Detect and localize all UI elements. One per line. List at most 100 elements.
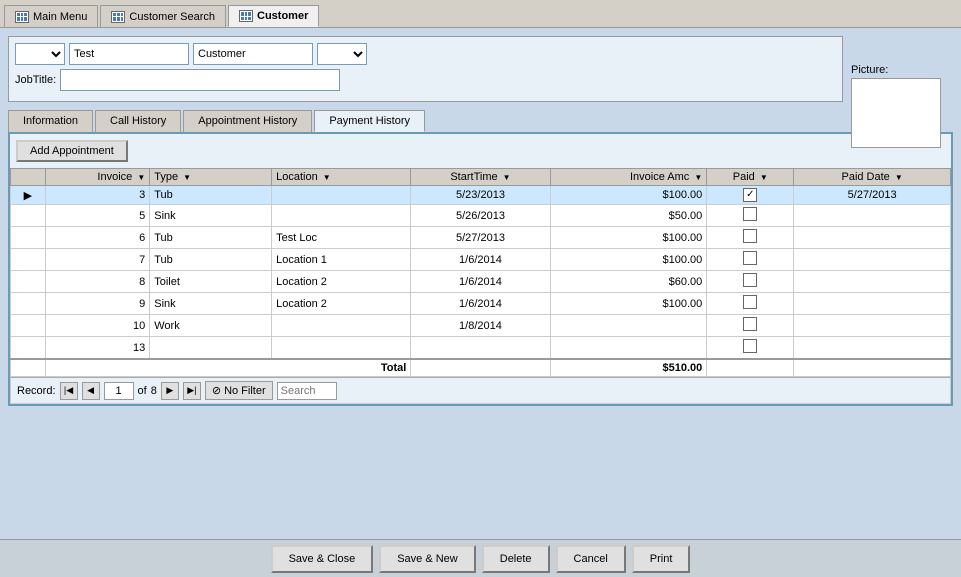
tab-customer[interactable]: Customer	[228, 5, 319, 27]
paid-checkbox[interactable]: ✓	[743, 188, 757, 202]
cell-paid[interactable]	[707, 205, 794, 227]
nav-last-button[interactable]: ▶|	[183, 382, 201, 400]
total-row: Total $510.00	[11, 359, 951, 377]
name-row	[15, 43, 836, 65]
nav-current-input[interactable]	[104, 382, 134, 400]
paid-checkbox[interactable]	[743, 295, 757, 309]
table-footer: Total $510.00	[11, 359, 951, 377]
nav-prev-button[interactable]: ◀	[82, 382, 100, 400]
tab-information[interactable]: Information	[8, 110, 93, 132]
cell-type: Tub	[150, 249, 272, 271]
table-row[interactable]: 9 Sink Location 2 1/6/2014 $100.00	[11, 293, 951, 315]
col-paid[interactable]: Paid ▼	[707, 169, 794, 186]
cell-type: Work	[150, 315, 272, 337]
cell-paid[interactable]	[707, 337, 794, 360]
save-new-button[interactable]: Save & New	[379, 545, 476, 573]
cell-paiddate	[794, 315, 951, 337]
table-row[interactable]: 5 Sink 5/26/2013 $50.00	[11, 205, 951, 227]
jobtitle-row: JobTitle:	[15, 69, 836, 91]
col-invoice[interactable]: Invoice ▼	[45, 169, 149, 186]
cell-starttime: 1/6/2014	[411, 293, 550, 315]
cell-paid[interactable]	[707, 293, 794, 315]
tab-payment-history[interactable]: Payment History	[314, 110, 425, 132]
cell-starttime	[411, 337, 550, 360]
table-row[interactable]: 8 Toilet Location 2 1/6/2014 $60.00	[11, 271, 951, 293]
total-label: Total	[45, 359, 411, 377]
nav-bar: Record: |◀ ◀ of 8 ▶ ▶| ⊘ No Filter	[10, 377, 951, 404]
print-button[interactable]: Print	[632, 545, 691, 573]
nav-next-button[interactable]: ▶	[161, 382, 179, 400]
tab-customer-label: Customer	[257, 10, 308, 22]
cell-location: Test Loc	[272, 227, 411, 249]
table-row[interactable]: ▶ 3 Tub 5/23/2013 $100.00 ✓ 5/27/2013	[11, 186, 951, 205]
col-type[interactable]: Type ▼	[150, 169, 272, 186]
row-indicator: ▶	[11, 186, 46, 205]
add-appointment-button[interactable]: Add Appointment	[16, 140, 128, 162]
nav-first-button[interactable]: |◀	[60, 382, 78, 400]
appointments-table: Invoice ▼ Type ▼ Location ▼ StartTime	[10, 168, 951, 377]
cell-paid[interactable]	[707, 249, 794, 271]
col-invoiceamt[interactable]: Invoice Amc ▼	[550, 169, 707, 186]
title-select[interactable]	[15, 43, 65, 65]
add-btn-row: Add Appointment	[10, 134, 951, 168]
top-tab-bar: Main Menu Customer Search Customer	[0, 0, 961, 28]
row-indicator	[11, 315, 46, 337]
table-header-row: Invoice ▼ Type ▼ Location ▼ StartTime	[11, 169, 951, 186]
paid-checkbox[interactable]	[743, 339, 757, 353]
picture-box	[851, 78, 941, 148]
tab-main-menu[interactable]: Main Menu	[4, 5, 98, 27]
tab-appointment-history[interactable]: Appointment History	[183, 110, 312, 132]
funnel-icon: ⊘	[212, 384, 221, 397]
last-name-field[interactable]	[193, 43, 313, 65]
cell-invoice: 7	[45, 249, 149, 271]
no-filter-button[interactable]: ⊘ No Filter	[205, 381, 273, 400]
tab-customer-search[interactable]: Customer Search	[100, 5, 226, 27]
delete-button[interactable]: Delete	[482, 545, 550, 573]
cell-paid[interactable]	[707, 271, 794, 293]
suffix-select[interactable]	[317, 43, 367, 65]
cell-location	[272, 337, 411, 360]
tab-customer-search-label: Customer Search	[129, 11, 215, 23]
paid-checkbox[interactable]	[743, 251, 757, 265]
cancel-button[interactable]: Cancel	[556, 545, 626, 573]
table-row[interactable]: 13	[11, 337, 951, 360]
col-location[interactable]: Location ▼	[272, 169, 411, 186]
cell-location	[272, 186, 411, 205]
cell-paid[interactable]	[707, 315, 794, 337]
paid-checkbox[interactable]	[743, 207, 757, 221]
total-paiddate	[794, 359, 951, 377]
cell-starttime: 1/6/2014	[411, 271, 550, 293]
cell-paid[interactable]	[707, 227, 794, 249]
cell-starttime: 5/27/2013	[411, 227, 550, 249]
nav-of-label: of	[138, 385, 147, 397]
first-name-field[interactable]	[69, 43, 189, 65]
cell-paid[interactable]: ✓	[707, 186, 794, 205]
table-row[interactable]: 6 Tub Test Loc 5/27/2013 $100.00	[11, 227, 951, 249]
table-scroll[interactable]: Invoice ▼ Type ▼ Location ▼ StartTime	[10, 168, 951, 377]
paid-checkbox[interactable]	[743, 317, 757, 331]
col-paiddate[interactable]: Paid Date ▼	[794, 169, 951, 186]
paid-checkbox[interactable]	[743, 229, 757, 243]
jobtitle-label: JobTitle:	[15, 74, 56, 86]
jobtitle-field[interactable]	[60, 69, 340, 91]
cell-paiddate	[794, 271, 951, 293]
search-input[interactable]	[277, 382, 337, 400]
cell-invoice: 9	[45, 293, 149, 315]
save-close-button[interactable]: Save & Close	[271, 545, 374, 573]
cell-type: Sink	[150, 205, 272, 227]
tab-call-history[interactable]: Call History	[95, 110, 181, 132]
grid-icon-3	[239, 10, 253, 22]
table-row[interactable]: 7 Tub Location 1 1/6/2014 $100.00	[11, 249, 951, 271]
main-container: Picture: JobTitle: Information Call Hist…	[0, 28, 961, 539]
cell-invoice: 8	[45, 271, 149, 293]
row-indicator	[11, 205, 46, 227]
total-amount: $510.00	[550, 359, 707, 377]
col-indicator	[11, 169, 46, 186]
paid-checkbox[interactable]	[743, 273, 757, 287]
grid-icon	[15, 11, 29, 23]
cell-location	[272, 205, 411, 227]
table-row[interactable]: 10 Work 1/8/2014	[11, 315, 951, 337]
sort-arrow-starttime: ▼	[503, 173, 511, 182]
content-tabs: Information Call History Appointment His…	[8, 110, 953, 132]
col-starttime[interactable]: StartTime ▼	[411, 169, 550, 186]
